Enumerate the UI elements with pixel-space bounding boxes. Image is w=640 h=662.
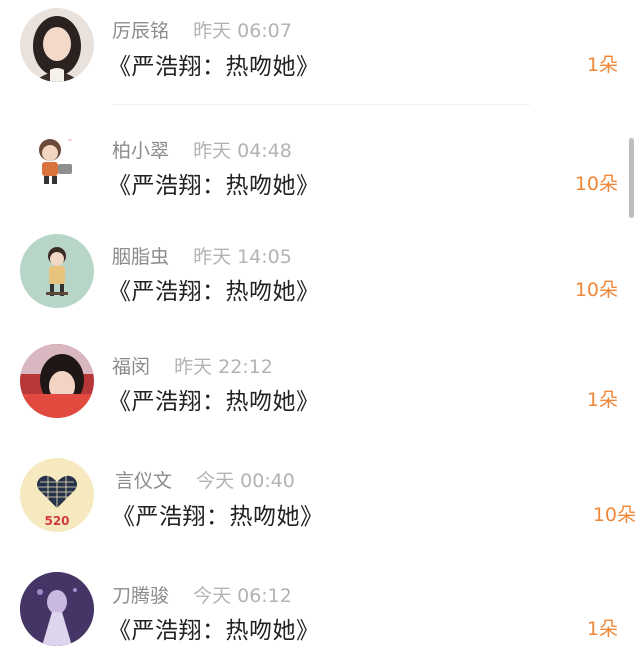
timestamp: 今天 06:12: [193, 585, 292, 607]
svg-text:~: ~: [68, 138, 72, 144]
message-text: 《严浩翔：热吻她》: [112, 504, 324, 530]
item-meta: 厉辰铭 昨天 06:07: [112, 16, 292, 43]
avatar[interactable]: [20, 572, 94, 646]
flower-count: 1朵: [586, 389, 618, 411]
list-item[interactable]: ~ 柏小翠 昨天 04:48 《严浩翔：热吻她》 10朵: [0, 110, 640, 220]
user-name[interactable]: 胭脂虫: [112, 246, 169, 268]
timestamp: 昨天 22:12: [174, 356, 273, 378]
user-name[interactable]: 福闵: [112, 356, 150, 378]
avatar[interactable]: [20, 8, 94, 82]
avatar[interactable]: [20, 344, 94, 418]
flower-count: 10朵: [592, 504, 636, 526]
timestamp: 昨天 04:48: [193, 140, 292, 162]
divider: [112, 104, 530, 105]
item-meta: 柏小翠 昨天 04:48: [112, 136, 292, 163]
item-meta: 言仪文 今天 00:40: [115, 466, 295, 493]
list-item[interactable]: 厉辰铭 昨天 06:07 《严浩翔：热吻她》 1朵: [0, 0, 640, 110]
message-text: 《严浩翔：热吻她》: [108, 173, 320, 199]
scrollbar[interactable]: [629, 138, 634, 218]
user-name[interactable]: 柏小翠: [112, 140, 169, 162]
user-name[interactable]: 厉辰铭: [112, 20, 169, 42]
flower-count: 1朵: [586, 618, 618, 640]
list-item[interactable]: 520 言仪文 今天 00:40 《严浩翔：热吻她》 10朵: [0, 440, 640, 550]
user-name[interactable]: 言仪文: [115, 470, 172, 492]
flower-count: 1朵: [586, 54, 618, 76]
flower-count: 10朵: [574, 279, 618, 301]
timestamp: 昨天 06:07: [193, 20, 292, 42]
user-name[interactable]: 刀腾骏: [112, 585, 169, 607]
message-text: 《严浩翔：热吻她》: [108, 618, 320, 644]
message-text: 《严浩翔：热吻她》: [108, 54, 320, 80]
gift-list: 厉辰铭 昨天 06:07 《严浩翔：热吻她》 1朵 ~ 柏小翠 昨天 04:48…: [0, 0, 640, 662]
list-item[interactable]: 刀腾骏 今天 06:12 《严浩翔：热吻她》 1朵: [0, 550, 640, 660]
avatar[interactable]: 520: [20, 458, 94, 532]
item-meta: 胭脂虫 昨天 14:05: [112, 242, 292, 269]
timestamp: 今天 00:40: [196, 470, 295, 492]
message-text: 《严浩翔：热吻她》: [108, 389, 320, 415]
item-meta: 刀腾骏 今天 06:12: [112, 581, 292, 608]
timestamp: 昨天 14:05: [193, 246, 292, 268]
avatar[interactable]: ~: [20, 120, 94, 194]
flower-count: 10朵: [574, 173, 618, 195]
message-text: 《严浩翔：热吻她》: [108, 279, 320, 305]
item-meta: 福闵 昨天 22:12: [112, 352, 273, 379]
avatar-text: 520: [44, 514, 69, 528]
avatar[interactable]: [20, 234, 94, 308]
list-item[interactable]: 胭脂虫 昨天 14:05 《严浩翔：热吻她》 10朵: [0, 220, 640, 330]
list-item[interactable]: 福闵 昨天 22:12 《严浩翔：热吻她》 1朵: [0, 330, 640, 440]
